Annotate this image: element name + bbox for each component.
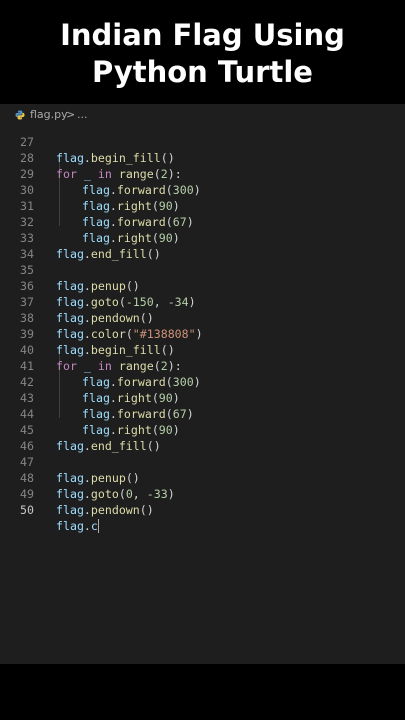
video-title-banner: Indian Flag Using Python Turtle <box>0 0 405 104</box>
code-editor[interactable]: 27 flag.begin_fill() 28 for _ in range(2… <box>0 104 405 664</box>
python-file-icon <box>15 110 25 120</box>
code-line[interactable]: 46 <box>0 422 405 453</box>
code-line[interactable]: 48 flag.goto(0, -33) <box>0 454 405 501</box>
code-line[interactable]: 32 flag.right(90) <box>0 198 405 245</box>
code-line[interactable]: 45 flag.end_fill() <box>0 406 405 453</box>
breadcrumb[interactable]: flag.py > ... <box>0 104 405 126</box>
breadcrumb-more[interactable]: ... <box>77 104 88 126</box>
code-line[interactable]: 30 flag.right(90) <box>0 166 405 213</box>
code-line[interactable]: 37 flag.pendown() <box>0 278 405 325</box>
code-line[interactable]: 39 flag.begin_fill() <box>0 310 405 357</box>
code-line[interactable]: 41 flag.forward(300) <box>0 342 405 389</box>
code-line[interactable]: 28 for _ in range(2): <box>0 134 405 181</box>
code-line[interactable]: 31 flag.forward(67) <box>0 182 405 229</box>
video-title-line-2: Python Turtle <box>92 55 313 89</box>
code-line[interactable]: 43 flag.forward(67) <box>0 374 405 421</box>
bottom-bar <box>0 664 405 720</box>
code-text[interactable]: flag.c <box>56 518 99 534</box>
line-number: 50 <box>20 503 34 517</box>
code-line[interactable]: 49 flag.pendown() <box>0 470 405 517</box>
video-title-line-1: Indian Flag Using <box>60 18 345 52</box>
code-line[interactable]: 42 flag.right(90) <box>0 358 405 405</box>
code-line[interactable]: 36 flag.goto(-150, -34) <box>0 262 405 309</box>
code-line[interactable]: 47 flag.penup() <box>0 438 405 485</box>
code-line-active[interactable]: 50 flag.c <box>0 486 405 533</box>
text-cursor <box>97 519 99 533</box>
code-text[interactable]: flag.pendown() <box>56 502 154 518</box>
code-line[interactable]: 29 flag.forward(300) <box>0 150 405 197</box>
code-line[interactable]: 40 for _ in range(2): <box>0 326 405 373</box>
breadcrumb-separator: > <box>66 108 76 121</box>
code-line[interactable]: 44 flag.right(90) <box>0 390 405 437</box>
code-line[interactable]: 38 flag.color("#138808") <box>0 294 405 341</box>
code-line[interactable]: 35 flag.penup() <box>0 246 405 293</box>
code-line[interactable]: 34 <box>0 230 405 261</box>
code-line[interactable]: 33 flag.end_fill() <box>0 214 405 261</box>
breadcrumb-file[interactable]: flag.py <box>30 104 68 126</box>
